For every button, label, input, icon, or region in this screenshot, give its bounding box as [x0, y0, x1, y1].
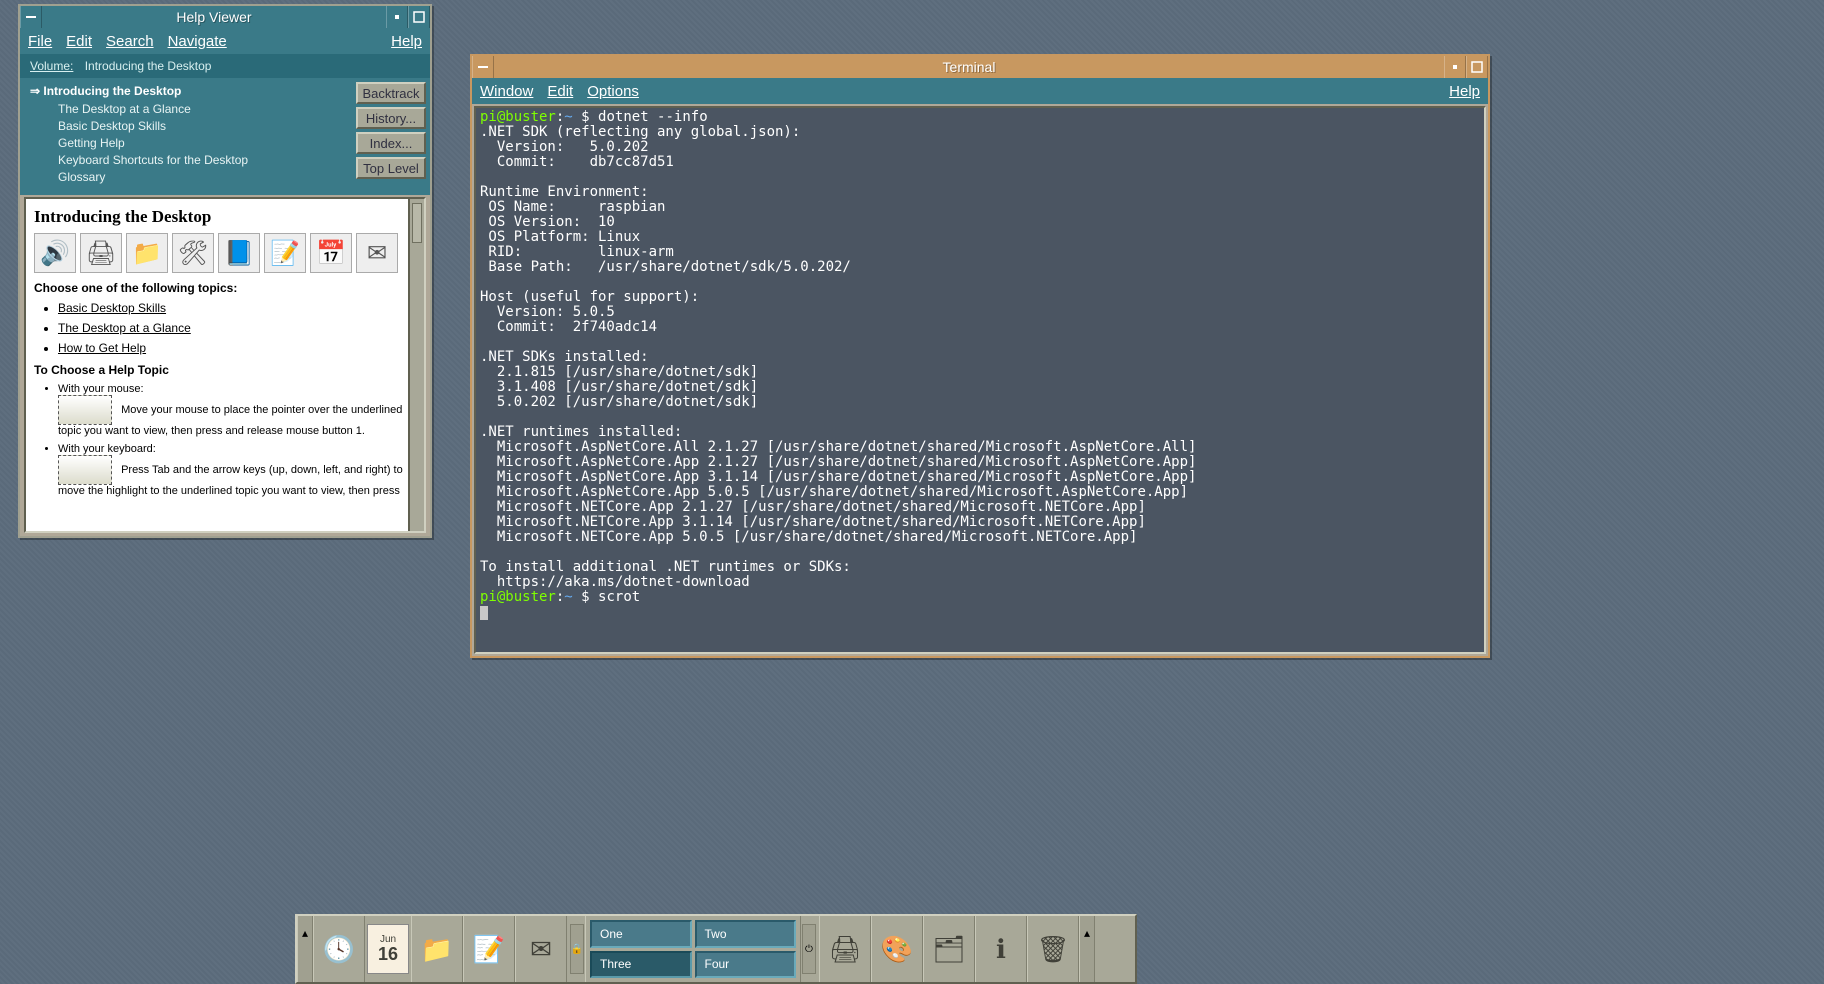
terminal-window: Terminal Window Edit Options Help pi@bus… — [470, 54, 1490, 658]
maximize-button[interactable] — [408, 6, 430, 28]
terminal-command-2: scrot — [598, 589, 640, 605]
terminal-command-1: dotnet --info — [598, 109, 708, 125]
backtrack-button[interactable]: Backtrack — [356, 82, 426, 104]
terminal-cursor — [480, 606, 488, 620]
terminal-output: .NET SDK (reflecting any global.json): V… — [480, 124, 1196, 590]
menu-help[interactable]: Help — [391, 33, 422, 50]
prompt-symbol: $ — [581, 109, 589, 125]
book-icon: 📘 — [218, 233, 260, 273]
to-choose-heading: To Choose a Help Topic — [34, 363, 416, 377]
prompt-path: ~ — [564, 589, 572, 605]
calendar-month: Jun — [380, 934, 396, 945]
keyboard-image — [58, 455, 112, 485]
toc-item[interactable]: Getting Help — [58, 136, 350, 150]
link-basic-skills[interactable]: Basic Desktop Skills — [58, 301, 166, 315]
speaker-icon: 🔊 — [34, 233, 76, 273]
menu-help[interactable]: Help — [1449, 83, 1480, 100]
help-viewer-titlebar[interactable]: Help Viewer — [20, 6, 430, 28]
text-editor-button[interactable]: 📝 — [463, 916, 515, 982]
minimize-button[interactable] — [386, 6, 408, 28]
menu-search[interactable]: Search — [106, 33, 154, 50]
panel-handle-right[interactable]: ▴ — [1079, 916, 1095, 982]
chevron-up-icon[interactable]: ▴ — [1080, 916, 1094, 949]
calendar-icon: 📅 — [310, 233, 352, 273]
calendar-button[interactable]: Jun 16 — [367, 924, 409, 974]
terminal-titlebar[interactable]: Terminal — [472, 56, 1488, 78]
choose-topics-label: Choose one of the following topics: — [34, 281, 416, 295]
toc-item[interactable]: Keyboard Shortcuts for the Desktop — [58, 153, 350, 167]
toplevel-button[interactable]: Top Level — [356, 157, 426, 179]
window-menu-button[interactable] — [472, 56, 494, 78]
mail-icon: ✉ — [356, 233, 398, 273]
prompt-user: pi@buster — [480, 109, 556, 125]
toc-root[interactable]: Introducing the Desktop — [30, 84, 350, 98]
toc-item[interactable]: The Desktop at a Glance — [58, 102, 350, 116]
exit-button[interactable]: ⏻ — [802, 924, 816, 974]
help-viewer-menubar: File Edit Search Navigate Help — [20, 28, 430, 54]
menu-window[interactable]: Window — [480, 83, 533, 100]
help-content-pane: Introducing the Desktop 🔊 🖨 📁 🛠 📘 📝 📅 ✉ … — [24, 197, 426, 533]
workspace-switcher: 🔒 One Two Three Four ⏻ — [585, 916, 801, 982]
workspace-two-button[interactable]: Two — [695, 920, 797, 948]
volume-label: Volume: — [30, 59, 73, 73]
history-button[interactable]: History... — [356, 107, 426, 129]
calendar-day: 16 — [378, 945, 398, 965]
link-get-help[interactable]: How to Get Help — [58, 341, 146, 355]
style-manager-button[interactable]: 🎨 — [871, 916, 923, 982]
lock-button[interactable]: 🔒 — [570, 924, 584, 974]
panel-handle-left[interactable]: ▴ — [297, 916, 313, 982]
workspace-one-button[interactable]: One — [590, 920, 692, 948]
scrollbar-thumb[interactable] — [412, 203, 422, 243]
terminal-title: Terminal — [494, 56, 1444, 78]
clock-button[interactable]: 🕓 — [313, 916, 365, 982]
help-content-scrollbar[interactable] — [408, 199, 424, 531]
keyboard-step-label: With your keyboard: — [58, 443, 156, 455]
help-button[interactable]: ℹ — [975, 916, 1027, 982]
mail-button[interactable]: ✉ — [515, 916, 567, 982]
maximize-button[interactable] — [1466, 56, 1488, 78]
printer-button[interactable]: 🖨 — [819, 916, 871, 982]
mouse-step-label: With your mouse: — [58, 383, 144, 395]
front-panel: ▴ 🕓 Jun 16 📁 📝 ✉ 🔒 One Two Three Four ⏻ … — [295, 914, 1137, 984]
volume-value: Introducing the Desktop — [85, 59, 212, 73]
help-content-heading: Introducing the Desktop — [34, 207, 416, 227]
intro-icon-strip: 🔊 🖨 📁 🛠 📘 📝 📅 ✉ — [34, 233, 416, 273]
app-manager-button[interactable]: 🗂 — [923, 916, 975, 982]
window-menu-button[interactable] — [20, 6, 42, 28]
chevron-up-icon[interactable]: ▴ — [298, 916, 312, 949]
help-toc: Introducing the Desktop The Desktop at a… — [20, 78, 356, 195]
link-desktop-glance[interactable]: The Desktop at a Glance — [58, 321, 191, 335]
help-volume-bar[interactable]: Volume: Introducing the Desktop — [20, 54, 430, 78]
index-button[interactable]: Index... — [356, 132, 426, 154]
tools-icon: 🛠 — [172, 233, 214, 273]
minimize-button[interactable] — [1444, 56, 1466, 78]
menu-file[interactable]: File — [28, 33, 52, 50]
help-nav-buttons: Backtrack History... Index... Top Level — [356, 78, 430, 195]
help-viewer-window: Help Viewer File Edit Search Navigate He… — [18, 4, 432, 538]
terminal-body[interactable]: pi@buster:~ $ dotnet --info .NET SDK (re… — [474, 106, 1486, 654]
prompt-symbol: $ — [581, 589, 589, 605]
menu-edit[interactable]: Edit — [547, 83, 573, 100]
menu-options[interactable]: Options — [587, 83, 639, 100]
workspace-three-button[interactable]: Three — [590, 951, 692, 979]
prompt-path: ~ — [564, 109, 572, 125]
terminal-menubar: Window Edit Options Help — [472, 78, 1488, 104]
menu-edit[interactable]: Edit — [66, 33, 92, 50]
toc-item[interactable]: Basic Desktop Skills — [58, 119, 350, 133]
trash-button[interactable]: 🗑 — [1027, 916, 1079, 982]
folder-icon: 📁 — [126, 233, 168, 273]
toc-item[interactable]: Glossary — [58, 170, 350, 184]
workspace-four-button[interactable]: Four — [695, 951, 797, 979]
help-viewer-title: Help Viewer — [42, 6, 386, 28]
notepad-icon: 📝 — [264, 233, 306, 273]
menu-navigate[interactable]: Navigate — [168, 33, 227, 50]
printer-icon: 🖨 — [80, 233, 122, 273]
mouse-image — [58, 395, 112, 425]
home-folder-button[interactable]: 📁 — [411, 916, 463, 982]
prompt-user: pi@buster — [480, 589, 556, 605]
